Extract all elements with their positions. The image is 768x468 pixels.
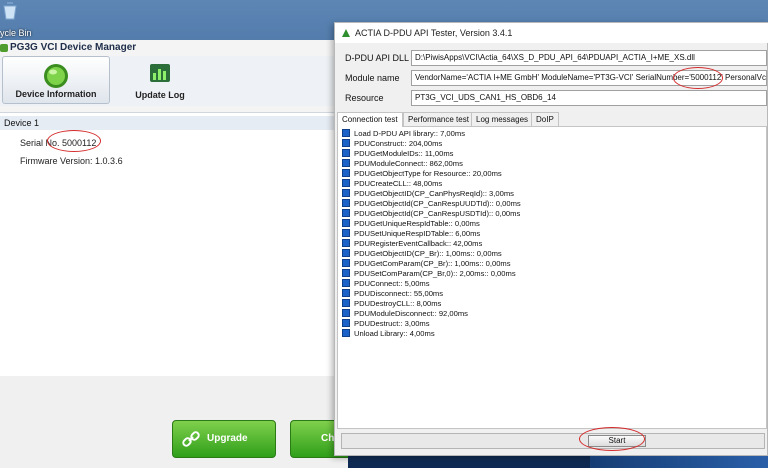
recycle-bin-label: ycle Bin xyxy=(0,28,32,38)
upgrade-button[interactable]: Upgrade xyxy=(172,420,276,458)
device-list-panel: Device 1 Serial No. 5000112 Firmware Ver… xyxy=(0,112,348,376)
log-item[interactable]: PDURegisterEventCallback:: 42,00ms xyxy=(342,239,482,249)
checkbox-checked-icon[interactable] xyxy=(342,169,350,177)
log-item[interactable]: PDUDisconnect:: 55,00ms xyxy=(342,289,443,299)
upgrade-label: Upgrade xyxy=(207,433,248,444)
log-item[interactable]: PDUGetObjectID(CP_Br):: 1,00ms:: 0,00ms xyxy=(342,249,502,259)
device-manager-footer: Upgrade Ch xyxy=(0,376,348,468)
log-item[interactable]: PDUGetComParam(CP_Br):: 1,00ms:: 0,00ms xyxy=(342,259,511,269)
progress-bar: Start xyxy=(341,433,765,449)
log-item[interactable]: PDUModuleConnect:: 862,00ms xyxy=(342,159,463,169)
device-row[interactable]: Device 1 xyxy=(0,116,340,130)
checkbox-checked-icon[interactable] xyxy=(342,329,350,337)
checkbox-checked-icon[interactable] xyxy=(342,289,350,297)
taskbar-fragment xyxy=(590,456,768,468)
checkbox-checked-icon[interactable] xyxy=(342,239,350,247)
device-manager-toolbar: Device Information Update Log xyxy=(0,56,348,106)
checkbox-checked-icon[interactable] xyxy=(342,209,350,217)
checkbox-checked-icon[interactable] xyxy=(342,139,350,147)
checkbox-checked-icon[interactable] xyxy=(342,199,350,207)
log-item[interactable]: PDUGetModuleIDs:: 11,00ms xyxy=(342,149,453,159)
log-item[interactable]: PDUSetComParam(CP_Br,0):: 2,00ms:: 0,00m… xyxy=(342,269,516,279)
checkbox-checked-icon[interactable] xyxy=(342,299,350,307)
tester-titlebar: ACTIA D-PDU API Tester, Version 3.4.1 xyxy=(335,23,768,43)
actia-logo-icon xyxy=(342,29,350,37)
connection-test-log: Load D-PDU API library:: 7,00ms PDUConst… xyxy=(337,126,767,429)
tester-title: ACTIA D-PDU API Tester, Version 3.4.1 xyxy=(355,28,513,38)
module-name-label: Module name xyxy=(345,73,400,83)
resource-label: Resource xyxy=(345,93,384,103)
log-item[interactable]: PDUDestruct:: 3,00ms xyxy=(342,319,430,329)
second-action-label: Ch xyxy=(321,433,335,444)
firmware-version-row: Firmware Version: 1.0.3.6 xyxy=(20,156,123,166)
checkbox-checked-icon[interactable] xyxy=(342,319,350,327)
log-item[interactable]: PDUConstruct:: 204,00ms xyxy=(342,139,442,149)
module-serial-annotation-oval xyxy=(673,67,723,89)
log-item[interactable]: PDUCreateCLL:: 48,00ms xyxy=(342,179,442,189)
log-item[interactable]: Unload Library:: 4,00ms xyxy=(342,329,435,339)
api-dll-label: D-PDU API DLL xyxy=(345,53,410,63)
checkbox-checked-icon[interactable] xyxy=(342,279,350,287)
tab-log-messages[interactable]: Log messages xyxy=(471,112,534,126)
device-information-button[interactable]: Device Information xyxy=(2,56,110,104)
device-name: Device 1 xyxy=(4,118,40,128)
checkbox-checked-icon[interactable] xyxy=(342,229,350,237)
log-item[interactable]: Load D-PDU API library:: 7,00ms xyxy=(342,129,465,139)
log-item[interactable]: PDUGetUniqueRespIdTable:: 0,00ms xyxy=(342,219,480,229)
log-item[interactable]: PDUModuleDisconnect:: 92,00ms xyxy=(342,309,468,319)
checkbox-checked-icon[interactable] xyxy=(342,189,350,197)
tester-tabs: Connection test Performance test Log mes… xyxy=(337,112,767,127)
api-dll-field[interactable]: D:\PiwisApps\VCI\Actia_64\XS_D_PDU_API_6… xyxy=(411,50,767,66)
checkbox-checked-icon[interactable] xyxy=(342,179,350,187)
checkbox-checked-icon[interactable] xyxy=(342,149,350,157)
log-item[interactable]: PDUConnect:: 5,00ms xyxy=(342,279,430,289)
device-manager-window: PG3G VCI Device Manager Device Informati… xyxy=(0,40,348,468)
tab-doip[interactable]: DoIP xyxy=(531,112,559,126)
start-annotation-oval xyxy=(579,427,645,451)
device-info-icon xyxy=(44,64,68,88)
checkbox-checked-icon[interactable] xyxy=(342,249,350,257)
device-manager-title: PG3G VCI Device Manager xyxy=(10,42,137,53)
serial-annotation-oval xyxy=(47,130,101,152)
checkbox-checked-icon[interactable] xyxy=(342,219,350,227)
checkbox-checked-icon[interactable] xyxy=(342,129,350,137)
bar-chart-icon xyxy=(150,64,170,82)
update-log-button[interactable]: Update Log xyxy=(118,56,202,104)
device-information-label: Device Information xyxy=(15,89,97,99)
firmware-value: 1.0.3.6 xyxy=(95,156,123,166)
log-item[interactable]: PDUGetObjectType for Resource:: 20,00ms xyxy=(342,169,502,179)
link-icon xyxy=(182,431,200,447)
tab-performance-test[interactable]: Performance test xyxy=(403,112,474,126)
resource-field[interactable]: PT3G_VCI_UDS_CAN1_HS_OBD6_14 xyxy=(411,90,767,106)
log-item[interactable]: PDUGetObjectId(CP_CanRespUSDTId):: 0,00m… xyxy=(342,209,520,219)
dpdu-tester-window: ACTIA D-PDU API Tester, Version 3.4.1 D-… xyxy=(334,22,768,456)
app-logo-icon xyxy=(0,44,8,52)
log-item[interactable]: PDUDestroyCLL:: 8,00ms xyxy=(342,299,441,309)
tab-connection-test[interactable]: Connection test xyxy=(337,112,403,127)
checkbox-checked-icon[interactable] xyxy=(342,309,350,317)
checkbox-checked-icon[interactable] xyxy=(342,259,350,267)
firmware-label: Firmware Version: xyxy=(20,156,93,166)
log-item[interactable]: PDUGetObjectId(CP_CanRespUUDTId):: 0,00m… xyxy=(342,199,521,209)
update-log-label: Update Log xyxy=(135,90,185,100)
log-item[interactable]: PDUGetObjectID(CP_CanPhysReqId):: 3,00ms xyxy=(342,189,514,199)
checkbox-checked-icon[interactable] xyxy=(342,269,350,277)
checkbox-checked-icon[interactable] xyxy=(342,159,350,167)
recycle-bin-icon[interactable] xyxy=(0,0,20,20)
device-manager-titlebar: PG3G VCI Device Manager xyxy=(0,40,348,56)
log-item[interactable]: PDUSetUniqueRespIDTable:: 6,00ms xyxy=(342,229,480,239)
